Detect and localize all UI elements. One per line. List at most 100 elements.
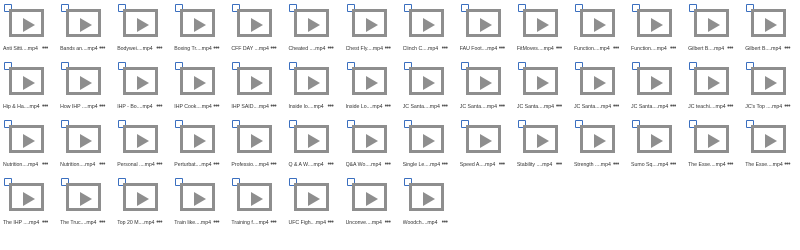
file-name[interactable]: Training f....mp4 bbox=[231, 218, 285, 228]
file-name[interactable]: Q&A Wo....mp4 bbox=[346, 160, 400, 170]
file-name[interactable]: Woodch....mp4 bbox=[403, 218, 457, 228]
video-thumbnail[interactable] bbox=[66, 9, 102, 37]
video-thumbnail[interactable] bbox=[522, 9, 558, 37]
file-tile[interactable]: Professio....mp4 ••• bbox=[230, 119, 287, 177]
video-thumbnail[interactable] bbox=[294, 67, 330, 95]
file-tile[interactable]: JC Santa....mp4 ••• bbox=[573, 61, 630, 119]
more-options-icon[interactable]: ••• bbox=[99, 102, 105, 112]
file-name[interactable]: JC Santa....mp4 bbox=[631, 102, 685, 112]
more-options-icon[interactable]: ••• bbox=[385, 102, 391, 112]
file-tile[interactable]: Q&A Wo....mp4 ••• bbox=[345, 119, 402, 177]
file-name[interactable]: FitMoves....mp4 bbox=[517, 44, 571, 54]
file-name[interactable]: Chest Fly....mp4 bbox=[346, 44, 400, 54]
more-options-icon[interactable]: ••• bbox=[613, 44, 619, 54]
file-name[interactable]: Unconve....mp4 bbox=[346, 218, 400, 228]
file-tile[interactable]: The IHP ....mp4 ••• bbox=[2, 177, 59, 235]
more-options-icon[interactable]: ••• bbox=[99, 218, 105, 228]
video-thumbnail[interactable] bbox=[237, 67, 273, 95]
video-thumbnail[interactable] bbox=[294, 9, 330, 37]
file-name[interactable]: FAU Foot....mp4 bbox=[460, 44, 514, 54]
file-name[interactable]: Bodywei....mp4 bbox=[117, 44, 171, 54]
video-thumbnail[interactable] bbox=[237, 125, 273, 153]
file-name[interactable]: Perturbat....mp4 bbox=[174, 160, 228, 170]
file-name[interactable]: JC's Top ....mp4 bbox=[745, 102, 799, 112]
video-thumbnail[interactable] bbox=[351, 67, 387, 95]
video-thumbnail[interactable] bbox=[579, 125, 615, 153]
file-tile[interactable]: JC teachi....mp4 ••• bbox=[687, 61, 744, 119]
file-tile[interactable]: The Esse....mp4 ••• bbox=[687, 119, 744, 177]
video-thumbnail[interactable] bbox=[351, 183, 387, 211]
file-name[interactable]: Inside lo....mp4 bbox=[288, 102, 342, 112]
file-name[interactable]: IHP Cook....mp4 bbox=[174, 102, 228, 112]
video-thumbnail[interactable] bbox=[123, 183, 159, 211]
file-tile[interactable]: JC Santa....mp4 ••• bbox=[630, 61, 687, 119]
file-tile[interactable]: The Esse....mp4 ••• bbox=[744, 119, 800, 177]
more-options-icon[interactable]: ••• bbox=[670, 160, 676, 170]
more-options-icon[interactable]: ••• bbox=[556, 102, 562, 112]
file-tile[interactable]: IHP SAID....mp4 ••• bbox=[230, 61, 287, 119]
video-thumbnail[interactable] bbox=[294, 183, 330, 211]
video-thumbnail[interactable] bbox=[751, 9, 787, 37]
more-options-icon[interactable]: ••• bbox=[442, 102, 448, 112]
more-options-icon[interactable]: ••• bbox=[784, 102, 790, 112]
more-options-icon[interactable]: ••• bbox=[613, 102, 619, 112]
file-tile[interactable]: Perturbat....mp4 ••• bbox=[173, 119, 230, 177]
file-tile[interactable]: Gilbert B....mp4 ••• bbox=[744, 3, 800, 61]
more-options-icon[interactable]: ••• bbox=[442, 160, 448, 170]
file-name[interactable]: JC teachi....mp4 bbox=[688, 102, 742, 112]
file-tile[interactable]: JC's Top ....mp4 ••• bbox=[744, 61, 800, 119]
file-name[interactable]: Speed A....mp4 bbox=[460, 160, 514, 170]
video-thumbnail[interactable] bbox=[694, 67, 730, 95]
file-name[interactable]: The Esse....mp4 bbox=[688, 160, 742, 170]
video-thumbnail[interactable] bbox=[637, 125, 673, 153]
file-tile[interactable]: JC Santa....mp4 ••• bbox=[516, 61, 573, 119]
video-thumbnail[interactable] bbox=[694, 125, 730, 153]
video-thumbnail[interactable] bbox=[66, 183, 102, 211]
file-tile[interactable]: Stability ....mp4 ••• bbox=[516, 119, 573, 177]
file-tile[interactable]: Bodywei....mp4 ••• bbox=[116, 3, 173, 61]
video-thumbnail[interactable] bbox=[465, 9, 501, 37]
more-options-icon[interactable]: ••• bbox=[99, 44, 105, 54]
file-name[interactable]: JC Santa....mp4 bbox=[574, 102, 628, 112]
video-thumbnail[interactable] bbox=[9, 9, 44, 37]
file-name[interactable]: How IHP ....mp4 bbox=[60, 102, 114, 112]
file-tile[interactable]: JC Santa....mp4 ••• bbox=[459, 61, 516, 119]
file-tile[interactable]: Cheated ....mp4 ••• bbox=[287, 3, 344, 61]
video-thumbnail[interactable] bbox=[237, 9, 273, 37]
file-tile[interactable]: How IHP ....mp4 ••• bbox=[59, 61, 116, 119]
more-options-icon[interactable]: ••• bbox=[385, 160, 391, 170]
file-tile[interactable]: Woodch....mp4 ••• bbox=[402, 177, 459, 235]
more-options-icon[interactable]: ••• bbox=[213, 160, 219, 170]
file-tile[interactable]: The Truc....mp4 ••• bbox=[59, 177, 116, 235]
video-thumbnail[interactable] bbox=[351, 125, 387, 153]
file-name[interactable]: Anti Sitti....mp4 bbox=[3, 44, 57, 54]
file-name[interactable]: Sumo Sq....mp4 bbox=[631, 160, 685, 170]
file-tile[interactable]: Inside lo....mp4 ••• bbox=[287, 61, 344, 119]
more-options-icon[interactable]: ••• bbox=[327, 102, 333, 112]
more-options-icon[interactable]: ••• bbox=[213, 218, 219, 228]
video-thumbnail[interactable] bbox=[522, 125, 558, 153]
file-tile[interactable]: FAU Foot....mp4 ••• bbox=[459, 3, 516, 61]
more-options-icon[interactable]: ••• bbox=[99, 160, 105, 170]
more-options-icon[interactable]: ••• bbox=[156, 218, 162, 228]
more-options-icon[interactable]: ••• bbox=[784, 44, 790, 54]
file-tile[interactable]: CFF DAY ....mp4 ••• bbox=[230, 3, 287, 61]
video-thumbnail[interactable] bbox=[408, 183, 444, 211]
file-tile[interactable]: Bands an....mp4 ••• bbox=[59, 3, 116, 61]
file-name[interactable]: IHP SAID....mp4 bbox=[231, 102, 285, 112]
video-thumbnail[interactable] bbox=[180, 9, 216, 37]
file-tile[interactable]: Single Le....mp4 ••• bbox=[402, 119, 459, 177]
video-thumbnail[interactable] bbox=[237, 183, 273, 211]
video-thumbnail[interactable] bbox=[694, 9, 730, 37]
file-tile[interactable]: Speed A....mp4 ••• bbox=[459, 119, 516, 177]
video-thumbnail[interactable] bbox=[9, 125, 44, 153]
file-tile[interactable]: Training f....mp4 ••• bbox=[230, 177, 287, 235]
more-options-icon[interactable]: ••• bbox=[727, 44, 733, 54]
more-options-icon[interactable]: ••• bbox=[499, 160, 505, 170]
file-name[interactable]: The Truc....mp4 bbox=[60, 218, 114, 228]
video-thumbnail[interactable] bbox=[751, 125, 787, 153]
file-name[interactable]: Cheated ....mp4 bbox=[288, 44, 342, 54]
file-tile[interactable]: Function....mp4 ••• bbox=[630, 3, 687, 61]
video-thumbnail[interactable] bbox=[9, 67, 44, 95]
file-name[interactable]: JC Santa....mp4 bbox=[460, 102, 514, 112]
